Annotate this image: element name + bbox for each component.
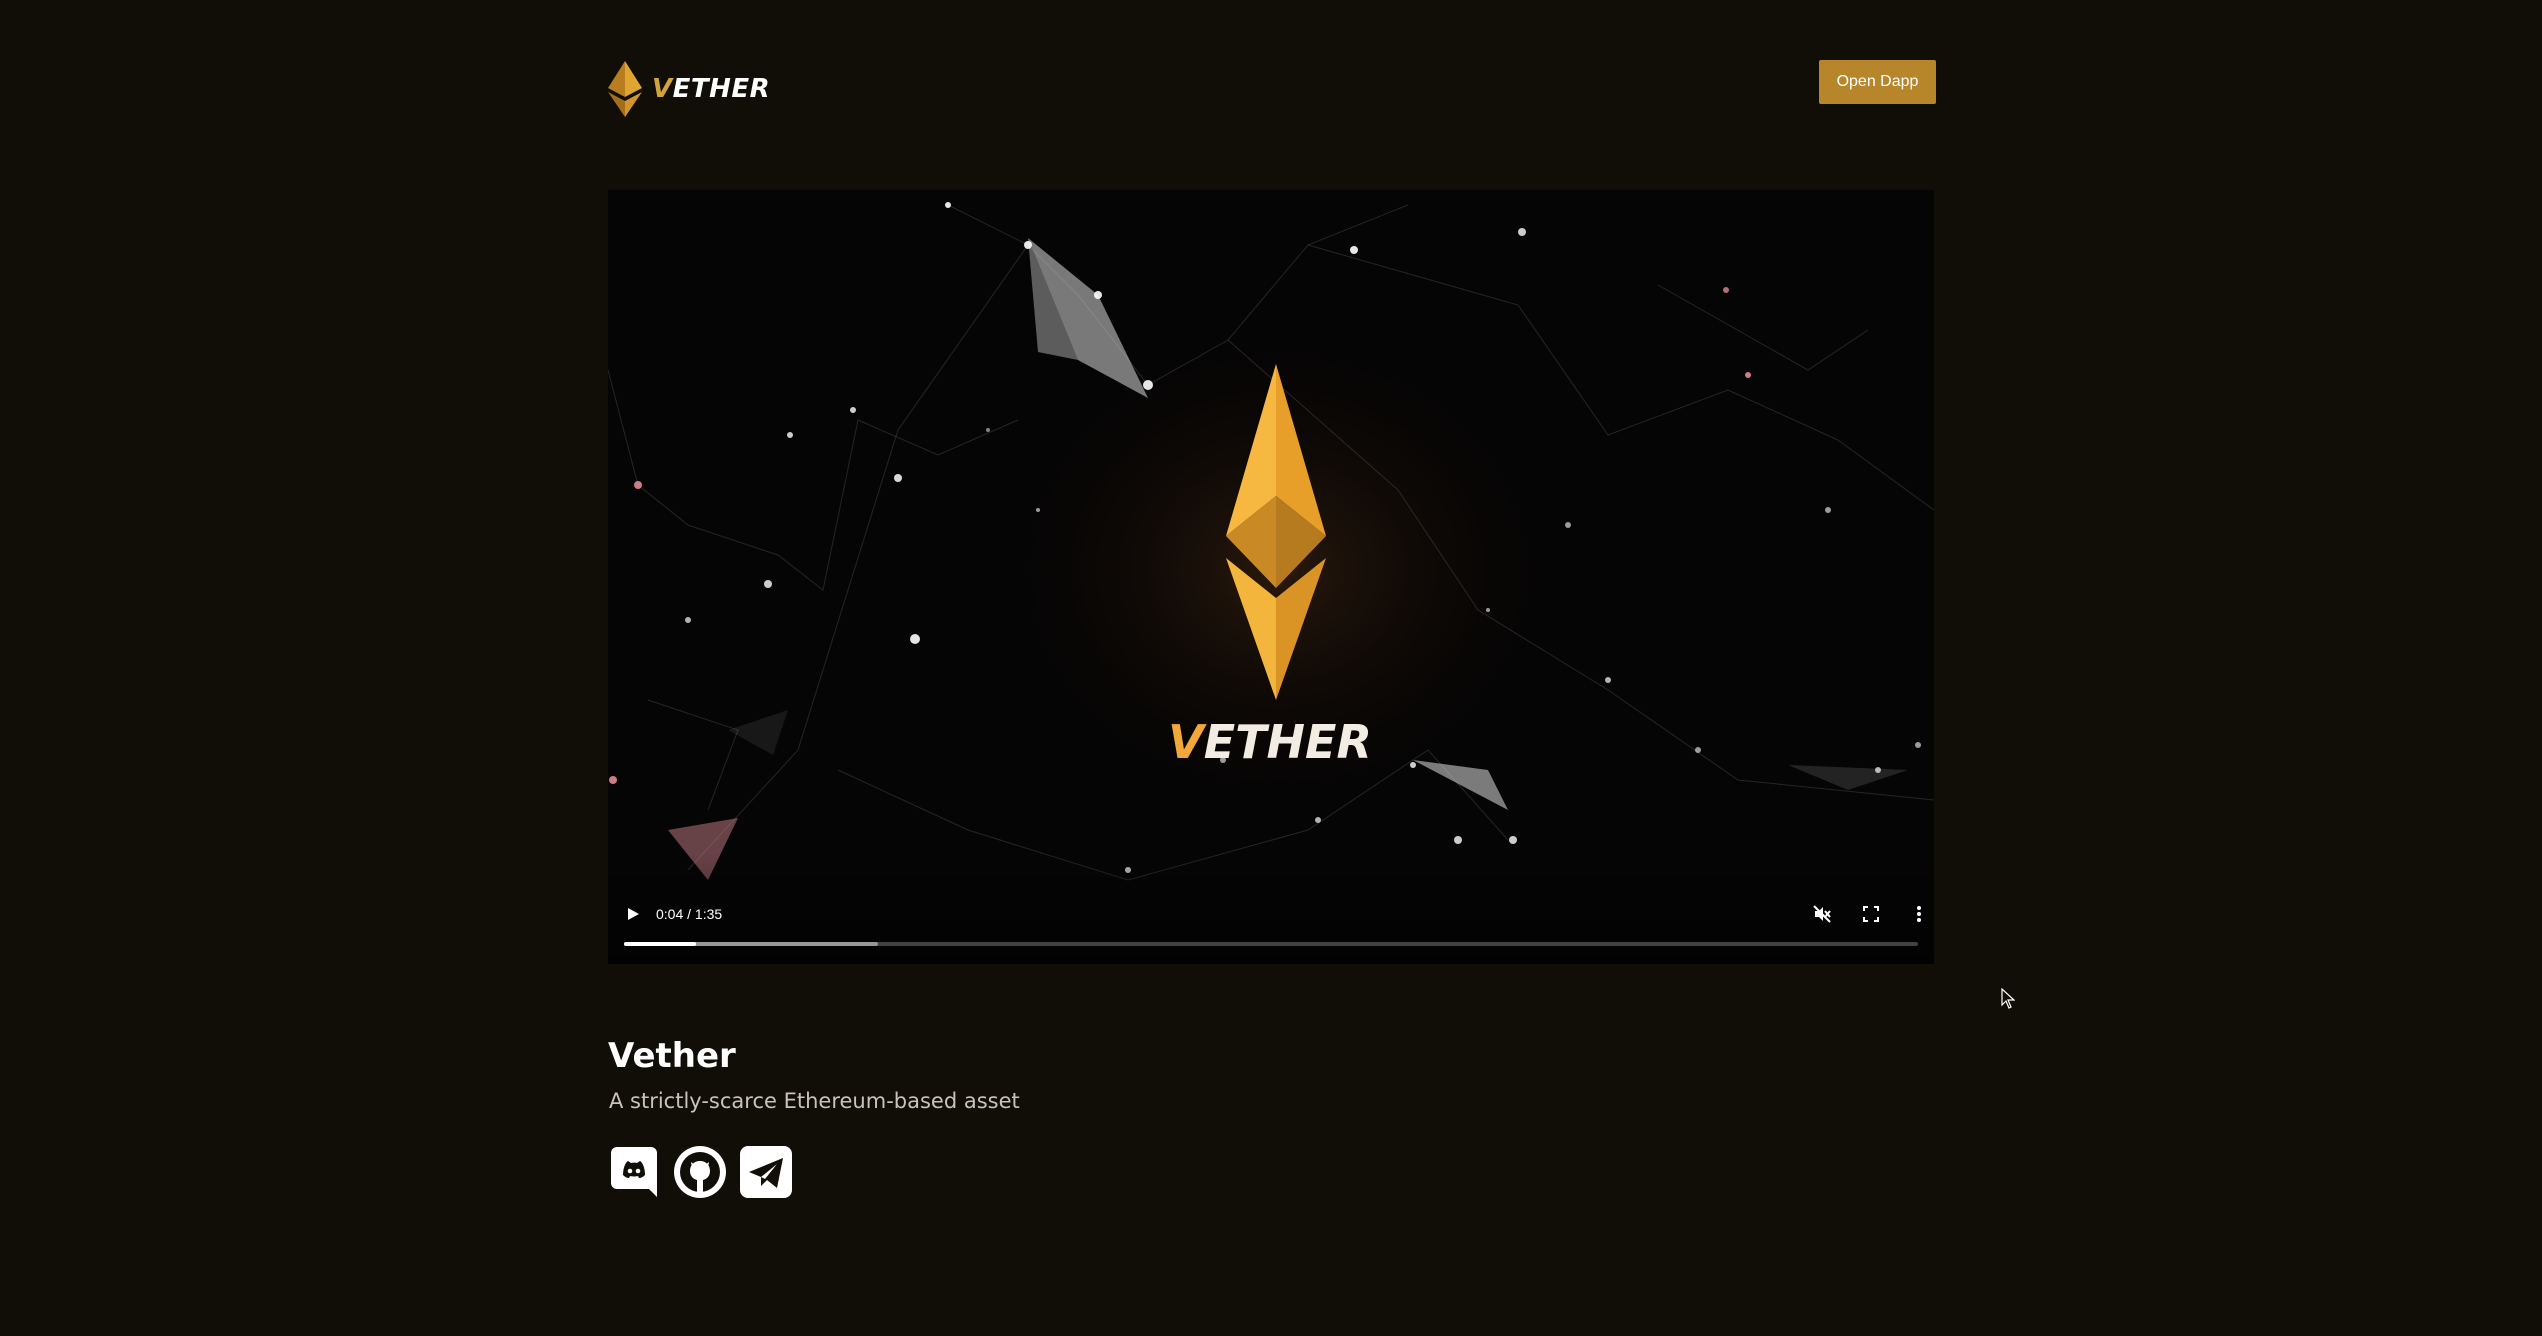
fullscreen-button[interactable]: [1856, 899, 1886, 929]
page-subtitle: A strictly-scarce Ethereum-based asset: [609, 1089, 1020, 1113]
time-display: 0:04 / 1:35: [656, 906, 723, 922]
page: VETHER Open Dapp VETHER 0:04 / 1:35 Veth…: [0, 0, 2542, 1336]
telegram-icon: [740, 1146, 792, 1198]
mouse-cursor-icon: [2001, 988, 2015, 1009]
discord-icon: [611, 1147, 657, 1197]
github-icon: [674, 1146, 726, 1198]
play-button[interactable]: [618, 899, 648, 929]
video-frame: VETHER: [608, 190, 1934, 964]
github-link[interactable]: [674, 1146, 726, 1198]
more-vertical-icon: [1917, 906, 1921, 922]
svg-text:VETHER: VETHER: [1168, 715, 1372, 769]
telegram-link[interactable]: [740, 1146, 792, 1198]
open-dapp-button[interactable]: Open Dapp: [1819, 60, 1936, 104]
video-controls: 0:04 / 1:35: [608, 854, 1934, 964]
page-title: Vether: [608, 1036, 736, 1076]
discord-link[interactable]: [608, 1146, 660, 1198]
play-icon: [628, 908, 639, 920]
played-bar: [624, 942, 697, 946]
fullscreen-icon: [1863, 906, 1879, 922]
mute-button[interactable]: [1807, 899, 1837, 929]
more-options-button[interactable]: [1904, 899, 1934, 929]
volume-muted-icon: [1813, 905, 1831, 923]
vether-logo-icon: [608, 61, 642, 117]
social-links: [608, 1146, 792, 1198]
logo[interactable]: VETHER: [608, 61, 770, 117]
logo-text: VETHER: [652, 74, 771, 104]
video-player[interactable]: VETHER 0:04 / 1:35: [608, 190, 1934, 964]
progress-bar[interactable]: [624, 942, 1918, 946]
